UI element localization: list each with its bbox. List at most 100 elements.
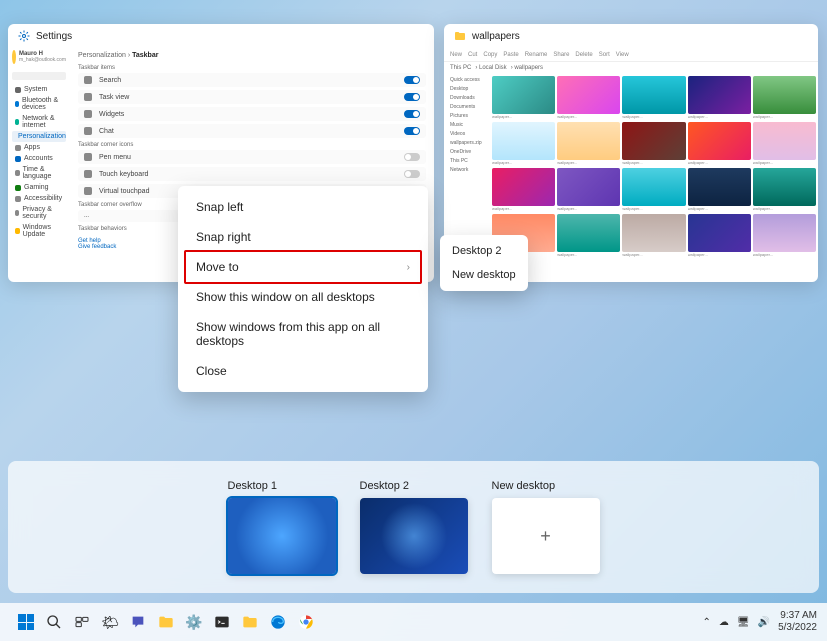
setting-row[interactable]: Widgets <box>78 107 426 121</box>
toolbar-button[interactable]: Paste <box>503 52 518 58</box>
taskbar-clock[interactable]: 9:37 AM 5/3/2022 <box>778 610 817 634</box>
vd-new-desktop[interactable]: New desktop + <box>492 480 600 574</box>
ctx-move-to[interactable]: Move to› <box>184 250 422 284</box>
taskview-button[interactable] <box>70 610 94 634</box>
sidebar-item[interactable]: Gaming <box>12 182 66 193</box>
setting-row[interactable]: Search <box>78 73 426 87</box>
toggle-switch[interactable] <box>404 93 420 101</box>
setting-row[interactable]: Chat <box>78 124 426 138</box>
sidebar-item[interactable]: Bluetooth & devices <box>12 95 66 113</box>
nav-item[interactable]: wallpapers.zip <box>448 139 486 147</box>
wallpaper-thumb[interactable] <box>688 76 751 114</box>
ctx-sub-new-desktop[interactable]: New desktop <box>440 263 528 287</box>
wallpaper-thumb[interactable] <box>557 168 620 206</box>
nav-item[interactable]: This PC <box>448 157 486 165</box>
search-button[interactable] <box>42 610 66 634</box>
ctx-sub-desktop2[interactable]: Desktop 2 <box>440 239 528 263</box>
user-profile[interactable]: Mauro H m_hak@outlook.com <box>12 50 66 64</box>
nav-item[interactable]: Quick access <box>448 76 486 84</box>
wallpaper-thumb[interactable] <box>557 214 620 252</box>
nav-item[interactable]: Desktop <box>448 85 486 93</box>
tray-speaker-icon[interactable]: 🔊 <box>758 617 770 628</box>
toggle-switch[interactable] <box>404 153 420 161</box>
wallpaper-thumb[interactable] <box>622 168 685 206</box>
toggle-switch[interactable] <box>404 76 420 84</box>
wallpaper-thumb[interactable] <box>688 214 751 252</box>
setting-row[interactable]: Pen menu <box>78 150 426 164</box>
sidebar-item[interactable]: Accessibility <box>12 193 66 204</box>
toolbar-button[interactable]: New <box>450 52 462 58</box>
toggle-switch[interactable] <box>404 110 420 118</box>
chrome-button[interactable] <box>294 610 318 634</box>
toolbar-button[interactable]: Copy <box>483 52 497 58</box>
nav-item[interactable]: OneDrive <box>448 148 486 156</box>
chat-button[interactable] <box>126 610 150 634</box>
vd-desktop1[interactable]: Desktop 1 <box>228 480 336 574</box>
start-button[interactable] <box>14 610 38 634</box>
edge-button[interactable] <box>266 610 290 634</box>
wallpaper-thumb[interactable] <box>492 168 555 206</box>
vd-thumb[interactable] <box>228 498 336 574</box>
toolbar-button[interactable]: Sort <box>599 52 610 58</box>
fe-address-bar[interactable]: This PC › Local Disk › wallpapers <box>444 62 818 74</box>
breadcrumb-parent[interactable]: Personalization <box>78 52 126 59</box>
wallpaper-thumb[interactable] <box>557 76 620 114</box>
vd-thumb[interactable] <box>360 498 468 574</box>
wallpaper-thumb[interactable] <box>753 122 816 160</box>
sidebar-item[interactable]: Privacy & security <box>12 204 66 222</box>
wallpaper-thumb[interactable] <box>622 122 685 160</box>
settings-sidebar: Mauro H m_hak@outlook.com SystemBluetoot… <box>8 48 70 280</box>
sidebar-item[interactable]: Accounts <box>12 153 66 164</box>
ctx-snap-right[interactable]: Snap right <box>178 222 428 252</box>
sidebar-item[interactable]: Network & internet <box>12 113 66 131</box>
path-segment[interactable]: › wallpapers <box>511 65 543 71</box>
nav-item[interactable]: Downloads <box>448 94 486 102</box>
toggle-switch[interactable] <box>404 127 420 135</box>
toggle-switch[interactable] <box>404 170 420 178</box>
setting-row[interactable]: Touch keyboard <box>78 167 426 181</box>
fileexplorer-button[interactable] <box>154 610 178 634</box>
tray-chevron-icon[interactable]: ⌃ <box>703 617 711 628</box>
folder-icon <box>454 30 466 42</box>
toolbar-button[interactable]: Share <box>553 52 569 58</box>
wallpaper-thumb[interactable] <box>492 122 555 160</box>
path-segment[interactable]: This PC <box>450 65 471 71</box>
ctx-show-app-all[interactable]: Show windows from this app on all deskto… <box>178 312 428 356</box>
wallpaper-thumb[interactable] <box>753 168 816 206</box>
tray-cloud-icon[interactable]: ☁ <box>719 617 729 628</box>
sidebar-item[interactable]: Personalization <box>12 131 66 142</box>
nav-item[interactable]: Documents <box>448 103 486 111</box>
wallpaper-thumb[interactable] <box>492 76 555 114</box>
sidebar-item[interactable]: Apps <box>12 142 66 153</box>
toolbar-button[interactable]: Delete <box>575 52 592 58</box>
nav-item[interactable]: Music <box>448 121 486 129</box>
wallpaper-thumb[interactable] <box>557 122 620 160</box>
wallpaper-thumb[interactable] <box>753 214 816 252</box>
wallpaper-thumb[interactable] <box>688 168 751 206</box>
sidebar-item[interactable]: Time & language <box>12 164 66 182</box>
tray-network-icon[interactable]: 🖥 <box>737 617 750 628</box>
toolbar-button[interactable]: Rename <box>525 52 548 58</box>
nav-item[interactable]: Pictures <box>448 112 486 120</box>
sidebar-item[interactable]: System <box>12 84 66 95</box>
toolbar-button[interactable]: View <box>616 52 629 58</box>
vd-desktop2[interactable]: Desktop 2 <box>360 480 468 574</box>
path-segment[interactable]: › Local Disk <box>475 65 506 71</box>
wallpaper-thumb[interactable] <box>622 214 685 252</box>
ctx-show-window-all[interactable]: Show this window on all desktops <box>178 282 428 312</box>
toolbar-button[interactable]: Cut <box>468 52 477 58</box>
wallpaper-thumb[interactable] <box>622 76 685 114</box>
fileexplorer2-button[interactable] <box>238 610 262 634</box>
settings-button[interactable]: ⚙️ <box>182 610 206 634</box>
ctx-close[interactable]: Close <box>178 356 428 386</box>
vd-thumb-new[interactable]: + <box>492 498 600 574</box>
ctx-snap-left[interactable]: Snap left <box>178 192 428 222</box>
wallpaper-thumb[interactable] <box>753 76 816 114</box>
sidebar-item[interactable]: Windows Update <box>12 222 66 240</box>
terminal-button[interactable] <box>210 610 234 634</box>
setting-row[interactable]: Task view <box>78 90 426 104</box>
nav-item[interactable]: Videos <box>448 130 486 138</box>
nav-item[interactable]: Network <box>448 166 486 174</box>
widgets-button[interactable]: 🌤 <box>98 610 122 634</box>
wallpaper-thumb[interactable] <box>688 122 751 160</box>
